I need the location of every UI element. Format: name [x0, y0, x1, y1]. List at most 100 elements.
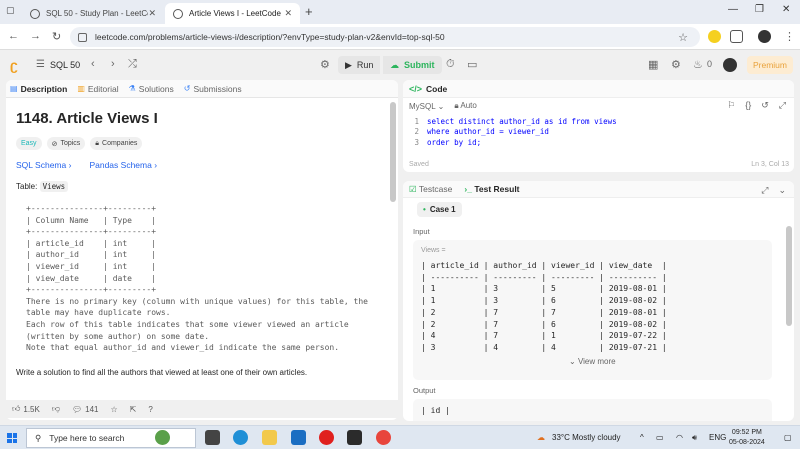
- debug-icon[interactable]: ⚙: [320, 58, 330, 71]
- site-info-icon[interactable]: [78, 32, 87, 42]
- maximize-icon[interactable]: ⤢: [761, 185, 768, 196]
- notification-icon[interactable]: ▢: [784, 433, 792, 442]
- browser-tab-article-views[interactable]: Article Views I - LeetCode ✕: [165, 3, 300, 24]
- pandas-schema-link[interactable]: Pandas Schema ›: [89, 160, 157, 170]
- forward-icon[interactable]: →: [30, 30, 41, 42]
- prev-problem-icon[interactable]: ‹: [91, 58, 95, 70]
- reset-icon[interactable]: ↺: [761, 100, 769, 111]
- difficulty-badge: Easy: [16, 137, 42, 150]
- tab-search-icon[interactable]: ▢: [6, 5, 15, 16]
- bookmark-icon[interactable]: ⚐: [727, 100, 735, 111]
- problem-title: 1148. Article Views I: [16, 110, 158, 127]
- book-icon: ▥: [77, 84, 85, 93]
- run-button[interactable]: ▶ Run: [338, 56, 381, 74]
- companies-button[interactable]: 🔒︎ Companies: [90, 137, 143, 150]
- format-braces-icon[interactable]: {}: [745, 100, 751, 111]
- leetcode-logo-icon[interactable]: ʗ: [10, 57, 23, 73]
- browser-menu-icon[interactable]: ⋮: [784, 30, 795, 43]
- problem-list-button[interactable]: ☰ SQL 50: [36, 59, 80, 70]
- comment-icon: 💬︎: [71, 404, 83, 414]
- close-tab-icon[interactable]: ✕: [284, 8, 292, 19]
- file-explorer-icon[interactable]: [262, 430, 277, 445]
- premium-button[interactable]: Premium: [747, 56, 793, 74]
- checkbox-icon: ☑: [409, 183, 417, 194]
- close-tab-icon[interactable]: ✕: [148, 8, 156, 19]
- collapse-icon[interactable]: ⌄: [778, 185, 786, 196]
- bookmark-star-icon[interactable]: ☆: [678, 31, 688, 44]
- task-view-icon[interactable]: [205, 430, 220, 445]
- tray-chevron-icon[interactable]: ^: [640, 433, 644, 442]
- share-icon[interactable]: ⇱: [130, 405, 137, 414]
- case-1-tab[interactable]: • Case 1: [417, 202, 462, 217]
- url-field[interactable]: leetcode.com/problems/article-views-i/de…: [70, 27, 700, 47]
- network-icon[interactable]: ▭: [656, 433, 664, 442]
- description-scrollbar[interactable]: [390, 102, 396, 202]
- shuffle-icon[interactable]: ⤮: [128, 58, 137, 71]
- favorite-star-icon[interactable]: ☆: [110, 405, 117, 414]
- views-table: | article_id | author_id | viewer_id | v…: [421, 261, 667, 352]
- clock[interactable]: 09:52 PM 05-08-2024: [729, 428, 765, 447]
- tab-submissions[interactable]: ↺ Submissions: [184, 84, 242, 94]
- leetcode-favicon-icon: [173, 8, 183, 19]
- thumbs-down-icon[interactable]: 👎︎: [52, 404, 60, 414]
- opera-icon[interactable]: [319, 430, 334, 445]
- tab-description[interactable]: ▤ Description: [10, 84, 67, 94]
- sql-schema-link[interactable]: SQL Schema ›: [16, 160, 71, 170]
- tab-solutions[interactable]: ⚗ Solutions: [129, 84, 174, 94]
- tab-test-result[interactable]: ›_ Test Result: [464, 184, 519, 194]
- pass-dot-icon: •: [423, 205, 426, 214]
- result-scrollbar[interactable]: [786, 226, 792, 326]
- tab-editorial[interactable]: ▥ Editorial: [77, 84, 118, 94]
- mail-icon[interactable]: [291, 430, 306, 445]
- like-button[interactable]: 👍︎ 1.5K: [12, 404, 40, 414]
- chrome-icon[interactable]: [376, 430, 391, 445]
- new-tab-icon[interactable]: +: [305, 4, 313, 19]
- profile-avatar[interactable]: [758, 30, 771, 43]
- extension-icon[interactable]: [708, 30, 721, 43]
- fire-streak-icon[interactable]: ♨: [693, 58, 703, 71]
- output-table: | id |: [421, 406, 450, 415]
- description-panel: ▤ Description ▥ Editorial ⚗ Solutions ↺ …: [6, 80, 398, 420]
- auto-toggle[interactable]: 🔒︎ Auto: [454, 101, 477, 111]
- comments-button[interactable]: 💬︎ 141: [72, 405, 99, 414]
- topics-button[interactable]: ⊘ Topics: [46, 137, 86, 150]
- topics-label: Topics: [60, 140, 81, 147]
- view-more-button[interactable]: ⌄ View more: [569, 357, 616, 366]
- extensions-puzzle-icon[interactable]: [730, 30, 743, 43]
- tab-testcase[interactable]: ☑ Testcase: [409, 184, 452, 195]
- problem-tags: Easy ⊘ Topics 🔒︎ Companies: [16, 137, 386, 150]
- user-avatar[interactable]: [723, 58, 737, 72]
- edge-icon[interactable]: [233, 430, 248, 445]
- windows-start-icon[interactable]: [7, 433, 17, 443]
- reload-icon[interactable]: ↻: [52, 30, 61, 43]
- code-editor[interactable]: 1 select distinct author_id as id from v…: [403, 116, 794, 148]
- code-line: 2 where author_id = viewer_id: [403, 127, 794, 138]
- weather-text[interactable]: 33°C Mostly cloudy: [552, 433, 621, 442]
- browser-tab-study-plan[interactable]: SQL 50 - Study Plan - LeetCode ✕: [22, 3, 164, 24]
- search-highlight-icon[interactable]: [155, 430, 170, 445]
- submit-button[interactable]: ☁ Submit: [383, 56, 442, 74]
- code-text: select distinct author_id as id from vie…: [427, 116, 617, 126]
- flask-icon: ⚗: [128, 84, 136, 93]
- expand-icon[interactable]: ⤢: [779, 100, 786, 111]
- help-icon[interactable]: ?: [148, 405, 152, 414]
- terminal-app-icon[interactable]: [347, 430, 362, 445]
- sql-schema-label: SQL Schema: [16, 160, 67, 170]
- back-icon[interactable]: ←: [8, 30, 19, 42]
- layout-icon[interactable]: ▦: [648, 58, 658, 71]
- notes-icon[interactable]: ▭: [467, 58, 477, 71]
- minimize-icon[interactable]: —: [728, 4, 738, 15]
- volume-icon[interactable]: 🔊︎: [692, 433, 697, 443]
- timer-icon[interactable]: ⏱: [446, 58, 455, 71]
- language-select[interactable]: MySQL ⌄: [409, 102, 444, 111]
- chevron-down-icon: ⌄: [569, 357, 576, 366]
- windows-taskbar: ⚲ Type here to search ☁ 33°C Mostly clou…: [0, 425, 800, 449]
- table-line: Table: Views: [16, 181, 386, 192]
- taskbar-search[interactable]: ⚲ Type here to search: [26, 428, 196, 448]
- settings-gear-icon[interactable]: ⚙: [671, 58, 681, 71]
- close-window-icon[interactable]: ✕: [782, 4, 790, 15]
- language-indicator[interactable]: ENG: [709, 433, 726, 442]
- next-problem-icon[interactable]: ›: [111, 58, 115, 70]
- restore-icon[interactable]: ❐: [755, 4, 764, 15]
- wifi-icon[interactable]: ◠: [676, 433, 683, 442]
